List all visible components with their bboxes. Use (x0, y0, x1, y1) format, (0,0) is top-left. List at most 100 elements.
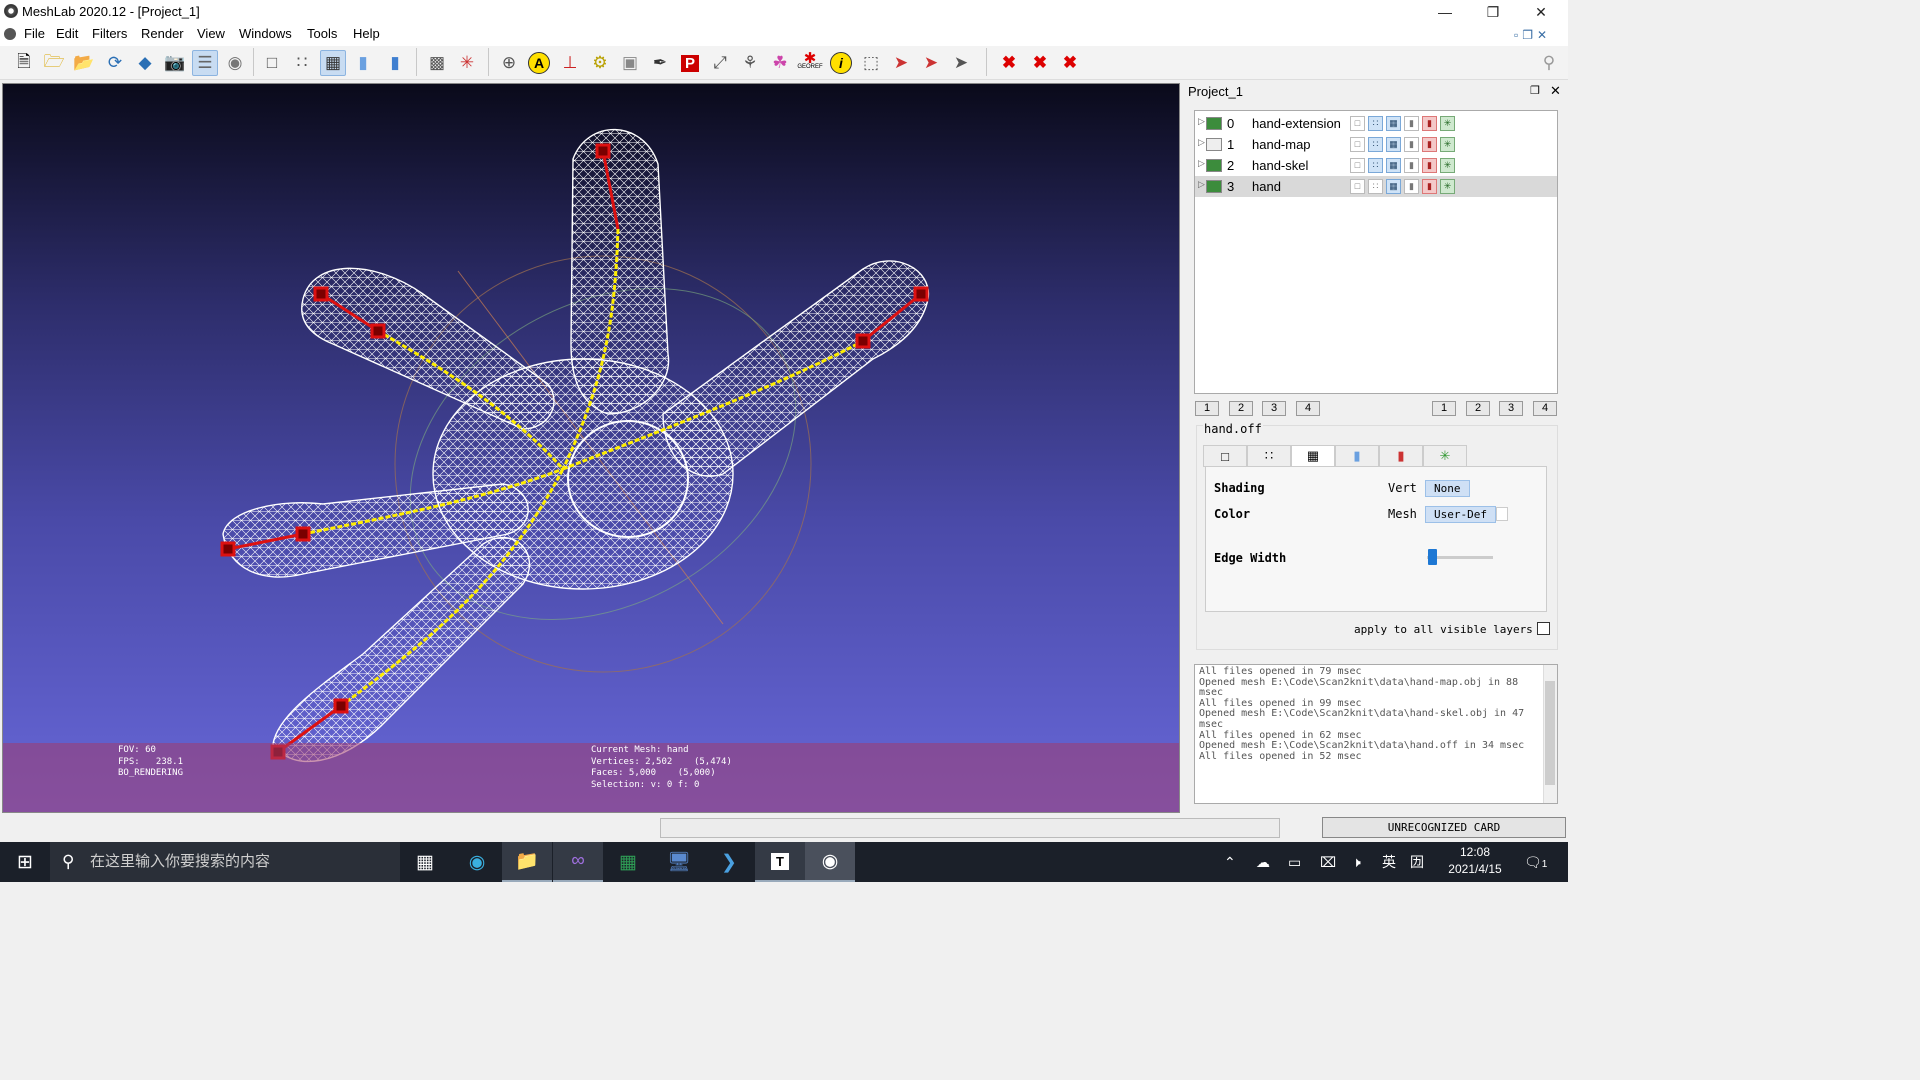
powershell-icon[interactable]: ❯ (704, 842, 754, 882)
windows-start-icon[interactable]: ⊞ (0, 842, 50, 882)
lighting-icon[interactable]: ✳ (1440, 179, 1455, 194)
pickpoints-icon[interactable]: P (677, 50, 703, 76)
bbox-icon[interactable]: □ (1350, 137, 1365, 152)
snapshot-icon[interactable]: 📷 (162, 50, 188, 76)
reload-icon[interactable]: ⟳ (102, 50, 128, 76)
battery-icon[interactable]: ▭ (1288, 842, 1301, 882)
notification-icon[interactable]: 🗨1 (1524, 842, 1547, 882)
file-explorer-icon[interactable]: 📁 (502, 842, 552, 882)
shading-select[interactable]: None (1425, 480, 1470, 497)
expand-icon[interactable]: ▷ (1198, 179, 1205, 190)
flat-icon[interactable]: ▮ (350, 50, 376, 76)
float-panel-icon[interactable]: ❐ (1530, 84, 1540, 97)
volume-icon[interactable]: 🕨 (1352, 842, 1361, 882)
info-icon[interactable]: i (828, 50, 854, 76)
tab-lighting[interactable]: ✳ (1423, 445, 1467, 467)
minimize-button[interactable]: — (1422, 0, 1468, 24)
select-area-icon[interactable]: ➤ (918, 50, 944, 76)
bbox-icon[interactable]: □ (259, 50, 285, 76)
task-view-icon[interactable]: ▦ (400, 842, 450, 882)
visual-studio-icon[interactable]: ∞ (553, 842, 603, 882)
texture-icon[interactable]: ▮ (1422, 179, 1437, 194)
expand-icon[interactable]: ▷ (1198, 158, 1205, 169)
points-icon[interactable]: ∷ (1368, 137, 1383, 152)
tab-bbox[interactable]: □ (1203, 445, 1247, 467)
onedrive-icon[interactable]: ☁ (1256, 842, 1270, 882)
solid-icon[interactable]: ▮ (1404, 116, 1419, 131)
view-slot-button[interactable]: 2 (1229, 401, 1253, 416)
manipulator-icon[interactable]: ▣ (617, 50, 643, 76)
menu-edit[interactable]: Edit (54, 26, 80, 41)
tab-points[interactable]: ∷ (1247, 445, 1291, 467)
points-icon[interactable]: ∷ (289, 50, 315, 76)
select-vertices-icon[interactable]: ⚘ (737, 50, 763, 76)
bbox-icon[interactable]: □ (1350, 158, 1365, 173)
georef-icon[interactable]: ✱ GEOREF (797, 50, 823, 76)
delete-vertices-icon[interactable]: ✖ (996, 50, 1022, 76)
annotation-icon[interactable]: A (526, 50, 552, 76)
menu-file[interactable]: File (22, 26, 47, 41)
select-cursor-icon[interactable]: ➤ (948, 50, 974, 76)
edge-icon[interactable]: ◉ (452, 842, 502, 882)
view-slot-button[interactable]: 4 (1296, 401, 1320, 416)
open-project-icon[interactable]: 🗁 (41, 50, 67, 76)
new-project-icon[interactable]: 🗎 (11, 50, 37, 76)
wireframe-icon[interactable]: ▦ (320, 50, 346, 76)
log-scroll-thumb[interactable] (1545, 681, 1555, 785)
texture-icon[interactable]: ▮ (1422, 158, 1437, 173)
solid-icon[interactable]: ▮ (1404, 158, 1419, 173)
view-slot-button[interactable]: 2 (1466, 401, 1490, 416)
menu-render[interactable]: Render (139, 26, 186, 41)
import-mesh-icon[interactable]: 📂 (71, 50, 97, 76)
raster-icon[interactable]: ◉ (222, 50, 248, 76)
ime-keyboard-icon[interactable]: 㘞 (1410, 842, 1424, 882)
solid-icon[interactable]: ▮ (1404, 137, 1419, 152)
view-slot-button[interactable]: 3 (1499, 401, 1523, 416)
menu-view[interactable]: View (195, 26, 227, 41)
delete-selection-icon[interactable]: ✖ (1057, 50, 1083, 76)
layer-row[interactable]: ▷ 2 hand-skel □ ∷ ▦ ▮ ▮ ✳ (1195, 155, 1557, 176)
delete-faces-icon[interactable]: ✖ (1027, 50, 1053, 76)
menu-filters[interactable]: Filters (90, 26, 129, 41)
remote-desktop-icon[interactable]: 🖥 (654, 842, 704, 882)
view-slot-button[interactable]: 1 (1432, 401, 1456, 416)
menu-app-icon[interactable] (4, 28, 16, 40)
trackball-icon[interactable]: ⊕ (496, 50, 522, 76)
points-icon[interactable]: ∷ (1368, 116, 1383, 131)
raster-paint-icon[interactable]: ☘ (767, 50, 793, 76)
typora-icon[interactable]: T (755, 842, 805, 882)
paint-icon[interactable]: ✒ (647, 50, 673, 76)
texture-icon[interactable]: ▩ (424, 50, 450, 76)
view-slot-button[interactable]: 4 (1533, 401, 1557, 416)
taskbar-search-box[interactable]: 在这里输入你要搜索的内容 (50, 842, 400, 882)
excel-icon[interactable]: ▦ (603, 842, 653, 882)
points-icon[interactable]: ∷ (1368, 158, 1383, 173)
apply-all-checkbox[interactable] (1537, 622, 1550, 635)
tab-texture[interactable]: ▮ (1379, 445, 1423, 467)
bbox-icon[interactable]: □ (1350, 116, 1365, 131)
layer-row[interactable]: ▷ 0 hand-extension □ ∷ ▦ ▮ ▮ ✳ (1195, 113, 1557, 134)
layer-row-selected[interactable]: ▷ 3 hand □ ∷ ▦ ▮ ▮ ✳ (1195, 176, 1557, 197)
view-slot-button[interactable]: 3 (1262, 401, 1286, 416)
close-panel-icon[interactable]: ✕ (1550, 83, 1561, 99)
ime-mode[interactable]: 英 (1382, 842, 1396, 882)
3d-viewport[interactable]: FOV: 60 FPS: 238.1 BO_RENDERING Current Me… (2, 83, 1180, 813)
menu-help[interactable]: Help (351, 26, 382, 41)
layer-row[interactable]: ▷ 1 hand-map □ ∷ ▦ ▮ ▮ ✳ (1195, 134, 1557, 155)
wireframe-icon[interactable]: ▦ (1386, 179, 1401, 194)
restore-button[interactable]: ❐ (1470, 0, 1516, 24)
select-faces-icon[interactable]: ⬚ (858, 50, 884, 76)
menu-windows[interactable]: Windows (237, 26, 294, 41)
visibility-eye-icon[interactable] (1206, 117, 1222, 130)
edge-width-slider[interactable] (1428, 549, 1438, 565)
solid-icon[interactable]: ▮ (1404, 179, 1419, 194)
align-icon[interactable]: ⚙ (587, 50, 613, 76)
axes-icon[interactable]: ⊥ (557, 50, 583, 76)
lighting-icon[interactable]: ✳ (454, 50, 480, 76)
lighting-icon[interactable]: ✳ (1440, 158, 1455, 173)
wireframe-icon[interactable]: ▦ (1386, 137, 1401, 152)
points-icon[interactable]: ∷ (1368, 179, 1383, 194)
meshlab-icon[interactable]: ◉ (805, 842, 855, 882)
tab-wireframe[interactable]: ▦ (1291, 445, 1335, 467)
visibility-eye-icon[interactable] (1206, 159, 1222, 172)
